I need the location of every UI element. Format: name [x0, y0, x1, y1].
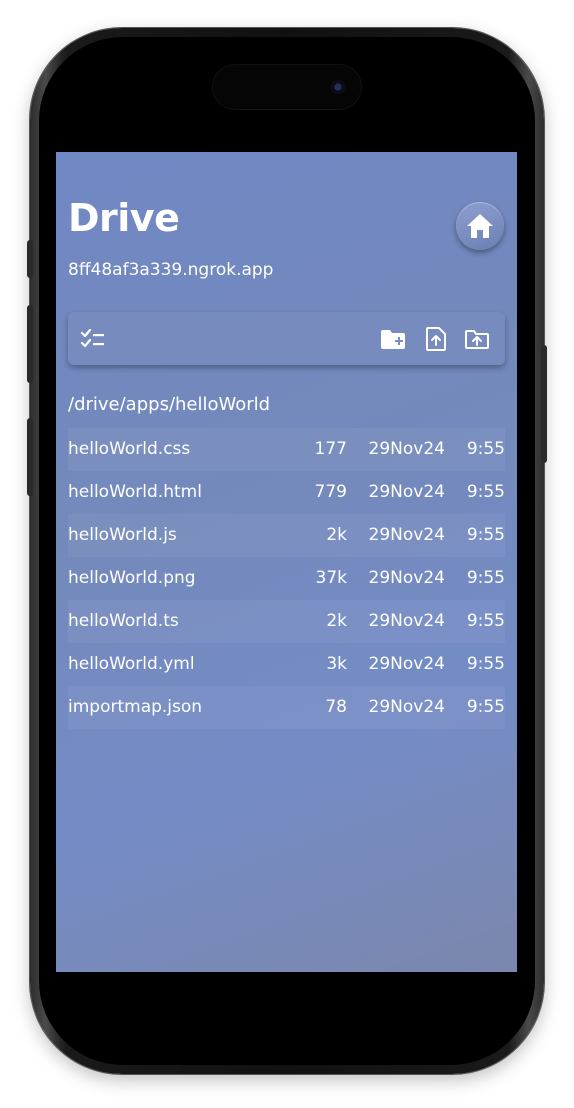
page-title: Drive: [68, 196, 180, 240]
home-icon: [467, 214, 493, 238]
file-size: 2k: [326, 611, 347, 631]
current-path: /drive/apps/helloWorld: [68, 394, 271, 415]
file-time: 9:55: [466, 654, 505, 674]
file-date: 29Nov24: [368, 568, 445, 588]
file-size: 3k: [326, 654, 347, 674]
file-row[interactable]: helloWorld.png 37k 29Nov24 9:55: [68, 557, 505, 600]
volume-down-button: [27, 418, 33, 496]
file-row[interactable]: helloWorld.yml 3k 29Nov24 9:55: [68, 643, 505, 686]
camera-icon: [327, 76, 349, 98]
file-date: 29Nov24: [368, 654, 445, 674]
action-button: [27, 240, 33, 278]
folder-plus-icon: [381, 330, 405, 349]
file-row[interactable]: helloWorld.js 2k 29Nov24 9:55: [68, 514, 505, 557]
file-name: helloWorld.css: [68, 439, 191, 459]
file-size: 37k: [315, 568, 347, 588]
file-time: 9:55: [466, 697, 505, 717]
file-list: helloWorld.css 177 29Nov24 9:55 helloWor…: [68, 428, 505, 729]
upload-folder-button[interactable]: [464, 326, 490, 352]
power-button: [541, 345, 547, 463]
volume-up-button: [27, 305, 33, 383]
file-time: 9:55: [466, 525, 505, 545]
file-upload-icon: [426, 327, 446, 351]
file-time: 9:55: [466, 568, 505, 588]
file-size: 177: [314, 439, 347, 459]
file-name: importmap.json: [68, 697, 203, 717]
file-toolbar: [68, 312, 505, 365]
file-date: 29Nov24: [368, 439, 445, 459]
file-date: 29Nov24: [368, 697, 445, 717]
file-date: 29Nov24: [368, 482, 445, 502]
upload-file-button[interactable]: [423, 326, 449, 352]
file-name: helloWorld.yml: [68, 654, 195, 674]
file-size: 78: [325, 697, 347, 717]
folder-upload-icon: [465, 330, 489, 349]
app-screen: Drive 8ff48af3a339.ngrok.app /drive/apps…: [56, 152, 517, 972]
file-time: 9:55: [466, 482, 505, 502]
file-name: helloWorld.png: [68, 568, 196, 588]
new-folder-button[interactable]: [380, 326, 406, 352]
file-time: 9:55: [466, 611, 505, 631]
select-button[interactable]: [80, 326, 106, 352]
file-row[interactable]: helloWorld.html 779 29Nov24 9:55: [68, 471, 505, 514]
checklist-icon: [80, 328, 104, 348]
file-name: helloWorld.ts: [68, 611, 179, 631]
file-time: 9:55: [466, 439, 505, 459]
file-size: 2k: [326, 525, 347, 545]
file-date: 29Nov24: [368, 525, 445, 545]
file-row[interactable]: importmap.json 78 29Nov24 9:55: [68, 686, 505, 729]
file-date: 29Nov24: [368, 611, 445, 631]
home-button[interactable]: [456, 202, 504, 250]
file-row[interactable]: helloWorld.css 177 29Nov24 9:55: [68, 428, 505, 471]
host-label: 8ff48af3a339.ngrok.app: [68, 260, 274, 280]
file-name: helloWorld.js: [68, 525, 177, 545]
file-row[interactable]: helloWorld.ts 2k 29Nov24 9:55: [68, 600, 505, 643]
file-size: 779: [314, 482, 347, 502]
file-name: helloWorld.html: [68, 482, 202, 502]
